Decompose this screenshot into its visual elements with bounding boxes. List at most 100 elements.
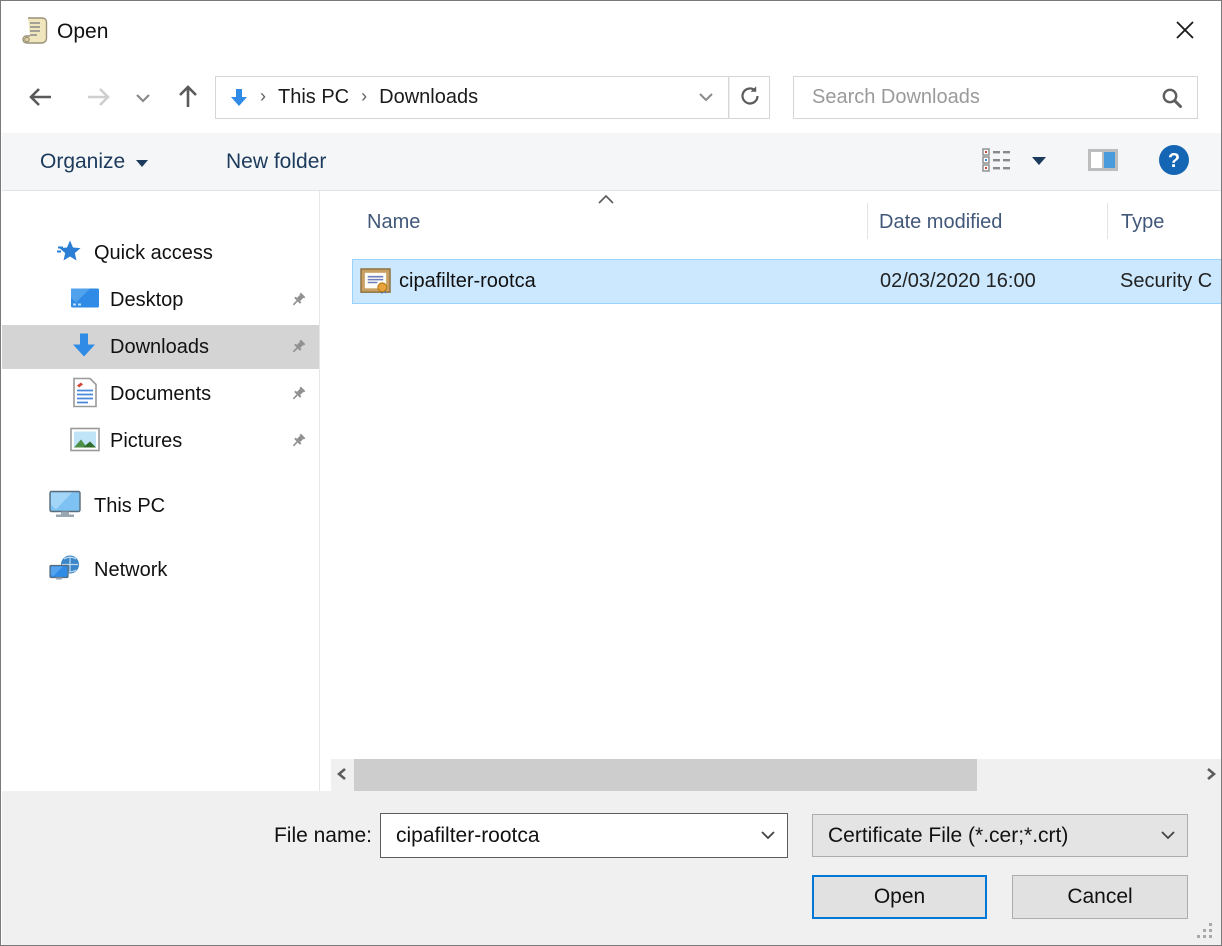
documents-icon: [72, 378, 98, 411]
column-header-date-modified[interactable]: Date modified: [879, 197, 1002, 247]
sidebar-item-network[interactable]: Network: [2, 548, 319, 592]
organize-button[interactable]: Organize: [28, 133, 161, 190]
horizontal-scrollbar[interactable]: [331, 759, 1222, 791]
chevron-down-icon: [135, 91, 151, 106]
breadcrumb-this-pc[interactable]: This PC: [276, 86, 351, 109]
file-date-cell: 02/03/2020 16:00: [880, 270, 1036, 293]
file-type-cell: Security C: [1120, 270, 1212, 293]
new-folder-label: New folder: [226, 150, 326, 174]
pane-divider: [319, 191, 320, 791]
certificate-icon: [360, 267, 391, 296]
scroll-document-icon: [21, 16, 49, 46]
search-box: [793, 76, 1198, 119]
sidebar-item-label: Documents: [2, 383, 211, 406]
chevron-left-icon: [337, 767, 347, 784]
scrollbar-thumb[interactable]: [354, 759, 977, 791]
pictures-icon: [70, 428, 100, 455]
resize-grip[interactable]: [1196, 922, 1214, 940]
downloads-icon: [70, 332, 98, 363]
window-title: Open: [57, 1, 108, 63]
back-button[interactable]: [20, 77, 62, 119]
refresh-icon: [739, 85, 761, 110]
sidebar-item-quick-access[interactable]: Quick access: [2, 231, 319, 275]
navigation-pane: Quick access Desktop: [2, 191, 319, 791]
address-bar[interactable]: › This PC › Downloads: [215, 76, 729, 119]
file-name-combobox: [380, 813, 788, 858]
chevron-down-icon: [1031, 154, 1047, 169]
address-dropdown-button[interactable]: [688, 77, 724, 118]
refresh-button[interactable]: [729, 76, 770, 119]
svg-text:?: ?: [1168, 150, 1180, 172]
file-list: Name Date modified Type cipafilter-rootc…: [331, 191, 1222, 759]
sidebar-item-label: This PC: [2, 495, 165, 518]
breadcrumb-separator-icon: ›: [250, 86, 276, 107]
dialog-footer: File name: Certificate File (*.cer;*.crt…: [2, 791, 1222, 946]
file-name-input[interactable]: [381, 814, 787, 857]
sort-ascending-icon: [597, 192, 613, 202]
chevron-down-icon: [760, 828, 776, 843]
list-view-icon: [981, 146, 1013, 177]
column-header-name[interactable]: Name: [367, 197, 420, 247]
sidebar-item-label: Quick access: [2, 242, 213, 265]
file-name-label: File name:: [216, 813, 372, 858]
pin-icon: [289, 432, 307, 450]
search-input[interactable]: [794, 77, 1197, 118]
command-toolbar: Organize New folder: [2, 133, 1222, 191]
breadcrumb-downloads[interactable]: Downloads: [377, 86, 480, 109]
preview-pane-icon: [1087, 147, 1119, 176]
file-name-cell: cipafilter-rootca: [399, 270, 536, 293]
pin-icon: [289, 385, 307, 403]
up-arrow-icon: [174, 83, 202, 114]
recent-locations-dropdown[interactable]: [127, 77, 159, 119]
view-options-dropdown[interactable]: [1022, 133, 1056, 190]
network-icon: [48, 554, 82, 587]
help-icon: ?: [1157, 143, 1191, 180]
file-type-dropdown-button[interactable]: [1151, 817, 1185, 854]
chevron-down-icon: [135, 150, 149, 174]
chevron-down-icon: [1160, 828, 1176, 843]
file-row-selected[interactable]: cipafilter-rootca 02/03/2020 16:00 Secur…: [352, 259, 1222, 304]
up-button[interactable]: [167, 77, 209, 119]
pin-icon: [289, 338, 307, 356]
new-folder-button[interactable]: New folder: [214, 133, 338, 190]
downloads-folder-icon: [228, 87, 250, 109]
file-type-select[interactable]: Certificate File (*.cer;*.crt): [812, 814, 1188, 857]
quick-access-icon: [56, 239, 82, 268]
chevron-right-icon: [1206, 767, 1216, 784]
forward-button[interactable]: [77, 77, 119, 119]
search-icon: [1161, 87, 1183, 109]
cancel-button[interactable]: Cancel: [1012, 875, 1188, 919]
desktop-icon: [70, 287, 100, 314]
file-type-value: Certificate File (*.cer;*.crt): [813, 824, 1068, 848]
title-bar: Open: [1, 1, 1221, 63]
chevron-down-icon: [698, 90, 714, 105]
dialog-content: Quick access Desktop: [2, 191, 1222, 791]
preview-pane-button[interactable]: [1080, 133, 1126, 190]
sidebar-item-label: Network: [2, 559, 167, 582]
scroll-left-button[interactable]: [331, 759, 353, 791]
close-button[interactable]: [1163, 9, 1207, 53]
sidebar-item-documents[interactable]: Documents: [2, 372, 319, 416]
column-divider[interactable]: [1107, 203, 1108, 239]
sidebar-item-label: Downloads: [2, 336, 209, 359]
sidebar-item-this-pc[interactable]: This PC: [2, 484, 319, 528]
forward-arrow-icon: [84, 83, 112, 114]
breadcrumb-separator-icon: ›: [351, 86, 377, 107]
pin-icon: [289, 291, 307, 309]
navigation-bar: › This PC › Downloads: [1, 63, 1221, 133]
help-button[interactable]: ?: [1150, 133, 1198, 190]
open-dialog-window: Open: [0, 0, 1222, 946]
close-icon: [1174, 19, 1196, 44]
back-arrow-icon: [27, 83, 55, 114]
scroll-right-button[interactable]: [1200, 759, 1222, 791]
column-divider[interactable]: [867, 203, 868, 239]
sidebar-item-desktop[interactable]: Desktop: [2, 278, 319, 322]
organize-label: Organize: [40, 150, 125, 174]
this-pc-icon: [48, 490, 82, 523]
change-view-button[interactable]: [974, 133, 1020, 190]
open-button[interactable]: Open: [812, 875, 987, 919]
sidebar-item-pictures[interactable]: Pictures: [2, 419, 319, 463]
column-header-type[interactable]: Type: [1121, 197, 1164, 247]
file-name-dropdown-button[interactable]: [751, 816, 785, 855]
sidebar-item-downloads[interactable]: Downloads: [2, 325, 319, 369]
